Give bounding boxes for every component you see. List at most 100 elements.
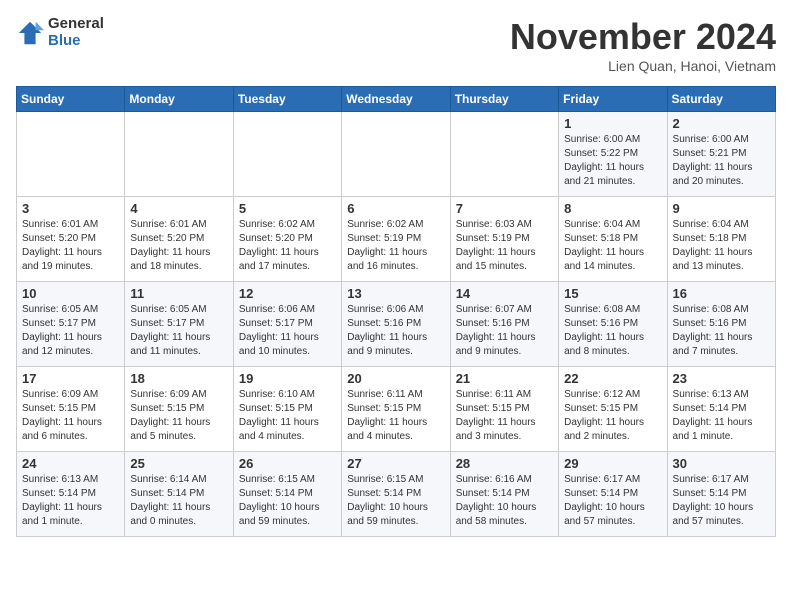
day-info: Sunrise: 6:14 AM Sunset: 5:14 PM Dayligh… <box>130 473 227 529</box>
calendar-cell: 10 Sunrise: 6:05 AM Sunset: 5:17 PM Dayli… <box>17 282 125 367</box>
weekday-header: Saturday <box>667 87 775 112</box>
day-number: 3 <box>22 201 119 216</box>
day-info: Sunrise: 6:00 AM Sunset: 5:21 PM Dayligh… <box>673 133 770 189</box>
day-info: Sunrise: 6:05 AM Sunset: 5:17 PM Dayligh… <box>22 303 119 359</box>
day-number: 27 <box>347 456 444 471</box>
day-number: 12 <box>239 286 336 301</box>
calendar-cell: 18 Sunrise: 6:09 AM Sunset: 5:15 PM Dayli… <box>125 367 233 452</box>
day-number: 15 <box>564 286 661 301</box>
calendar-cell: 3 Sunrise: 6:01 AM Sunset: 5:20 PM Daylig… <box>17 197 125 282</box>
day-number: 26 <box>239 456 336 471</box>
weekday-header: Sunday <box>17 87 125 112</box>
calendar-cell: 15 Sunrise: 6:08 AM Sunset: 5:16 PM Dayli… <box>559 282 667 367</box>
day-number: 19 <box>239 371 336 386</box>
calendar-cell: 19 Sunrise: 6:10 AM Sunset: 5:15 PM Dayli… <box>233 367 341 452</box>
day-number: 22 <box>564 371 661 386</box>
calendar-cell <box>233 112 341 197</box>
day-number: 10 <box>22 286 119 301</box>
calendar-week-row: 10 Sunrise: 6:05 AM Sunset: 5:17 PM Dayli… <box>17 282 776 367</box>
calendar-cell <box>342 112 450 197</box>
calendar-cell: 24Sunrise: 6:13 AM Sunset: 5:14 PM Dayli… <box>17 452 125 537</box>
day-number: 11 <box>130 286 227 301</box>
calendar-cell: 29Sunrise: 6:17 AM Sunset: 5:14 PM Dayli… <box>559 452 667 537</box>
day-info: Sunrise: 6:13 AM Sunset: 5:14 PM Dayligh… <box>673 388 770 444</box>
calendar-cell: 4Sunrise: 6:01 AM Sunset: 5:20 PM Daylig… <box>125 197 233 282</box>
day-number: 18 <box>130 371 227 386</box>
calendar-cell: 16 Sunrise: 6:08 AM Sunset: 5:16 PM Dayli… <box>667 282 775 367</box>
calendar-week-row: 3 Sunrise: 6:01 AM Sunset: 5:20 PM Daylig… <box>17 197 776 282</box>
day-info: Sunrise: 6:16 AM Sunset: 5:14 PM Dayligh… <box>456 473 553 529</box>
logo-blue: Blue <box>48 33 104 50</box>
day-info: Sunrise: 6:15 AM Sunset: 5:14 PM Dayligh… <box>239 473 336 529</box>
calendar-cell: 28Sunrise: 6:16 AM Sunset: 5:14 PM Dayli… <box>450 452 558 537</box>
calendar-cell <box>17 112 125 197</box>
day-number: 2 <box>673 116 770 131</box>
day-info: Sunrise: 6:08 AM Sunset: 5:16 PM Dayligh… <box>673 303 770 359</box>
logo-icon <box>16 19 44 47</box>
day-info: Sunrise: 6:17 AM Sunset: 5:14 PM Dayligh… <box>673 473 770 529</box>
day-info: Sunrise: 6:12 AM Sunset: 5:15 PM Dayligh… <box>564 388 661 444</box>
day-info: Sunrise: 6:09 AM Sunset: 5:15 PM Dayligh… <box>130 388 227 444</box>
location: Lien Quan, Hanoi, Vietnam <box>510 58 776 74</box>
calendar-cell <box>125 112 233 197</box>
day-number: 8 <box>564 201 661 216</box>
day-info: Sunrise: 6:17 AM Sunset: 5:14 PM Dayligh… <box>564 473 661 529</box>
calendar-header: SundayMondayTuesdayWednesdayThursdayFrid… <box>17 87 776 112</box>
calendar-cell: 13Sunrise: 6:06 AM Sunset: 5:16 PM Dayli… <box>342 282 450 367</box>
calendar-cell: 22 Sunrise: 6:12 AM Sunset: 5:15 PM Dayli… <box>559 367 667 452</box>
calendar-cell: 7Sunrise: 6:03 AM Sunset: 5:19 PM Daylig… <box>450 197 558 282</box>
logo: General Blue <box>16 16 104 49</box>
calendar-cell: 2 Sunrise: 6:00 AM Sunset: 5:21 PM Daylig… <box>667 112 775 197</box>
calendar-cell: 12 Sunrise: 6:06 AM Sunset: 5:17 PM Dayli… <box>233 282 341 367</box>
calendar-week-row: 1Sunrise: 6:00 AM Sunset: 5:22 PM Daylig… <box>17 112 776 197</box>
calendar-cell: 8 Sunrise: 6:04 AM Sunset: 5:18 PM Daylig… <box>559 197 667 282</box>
day-number: 20 <box>347 371 444 386</box>
calendar-body: 1Sunrise: 6:00 AM Sunset: 5:22 PM Daylig… <box>17 112 776 537</box>
calendar-cell: 27 Sunrise: 6:15 AM Sunset: 5:14 PM Dayli… <box>342 452 450 537</box>
day-info: Sunrise: 6:08 AM Sunset: 5:16 PM Dayligh… <box>564 303 661 359</box>
weekday-header: Tuesday <box>233 87 341 112</box>
logo-general: General <box>48 16 104 33</box>
calendar-cell: 14Sunrise: 6:07 AM Sunset: 5:16 PM Dayli… <box>450 282 558 367</box>
page-header: General Blue November 2024 Lien Quan, Ha… <box>16 16 776 74</box>
day-number: 7 <box>456 201 553 216</box>
day-number: 4 <box>130 201 227 216</box>
day-info: Sunrise: 6:01 AM Sunset: 5:20 PM Dayligh… <box>22 218 119 274</box>
day-number: 17 <box>22 371 119 386</box>
day-number: 14 <box>456 286 553 301</box>
day-number: 9 <box>673 201 770 216</box>
calendar-cell <box>450 112 558 197</box>
calendar-week-row: 17 Sunrise: 6:09 AM Sunset: 5:15 PM Dayli… <box>17 367 776 452</box>
logo-text: General Blue <box>48 16 104 49</box>
weekday-header: Monday <box>125 87 233 112</box>
day-info: Sunrise: 6:05 AM Sunset: 5:17 PM Dayligh… <box>130 303 227 359</box>
calendar-cell: 30Sunrise: 6:17 AM Sunset: 5:14 PM Dayli… <box>667 452 775 537</box>
calendar-cell: 17 Sunrise: 6:09 AM Sunset: 5:15 PM Dayli… <box>17 367 125 452</box>
day-info: Sunrise: 6:04 AM Sunset: 5:18 PM Dayligh… <box>673 218 770 274</box>
calendar-cell: 11 Sunrise: 6:05 AM Sunset: 5:17 PM Dayli… <box>125 282 233 367</box>
calendar-cell: 23Sunrise: 6:13 AM Sunset: 5:14 PM Dayli… <box>667 367 775 452</box>
calendar-cell: 6Sunrise: 6:02 AM Sunset: 5:19 PM Daylig… <box>342 197 450 282</box>
day-info: Sunrise: 6:11 AM Sunset: 5:15 PM Dayligh… <box>347 388 444 444</box>
day-number: 16 <box>673 286 770 301</box>
day-info: Sunrise: 6:10 AM Sunset: 5:15 PM Dayligh… <box>239 388 336 444</box>
calendar-week-row: 24Sunrise: 6:13 AM Sunset: 5:14 PM Dayli… <box>17 452 776 537</box>
day-info: Sunrise: 6:06 AM Sunset: 5:17 PM Dayligh… <box>239 303 336 359</box>
day-info: Sunrise: 6:00 AM Sunset: 5:22 PM Dayligh… <box>564 133 661 189</box>
title-block: November 2024 Lien Quan, Hanoi, Vietnam <box>510 16 776 74</box>
day-info: Sunrise: 6:15 AM Sunset: 5:14 PM Dayligh… <box>347 473 444 529</box>
weekday-header: Friday <box>559 87 667 112</box>
day-number: 6 <box>347 201 444 216</box>
calendar-table: SundayMondayTuesdayWednesdayThursdayFrid… <box>16 86 776 537</box>
day-info: Sunrise: 6:04 AM Sunset: 5:18 PM Dayligh… <box>564 218 661 274</box>
day-number: 13 <box>347 286 444 301</box>
day-info: Sunrise: 6:09 AM Sunset: 5:15 PM Dayligh… <box>22 388 119 444</box>
calendar-cell: 9 Sunrise: 6:04 AM Sunset: 5:18 PM Daylig… <box>667 197 775 282</box>
weekday-row: SundayMondayTuesdayWednesdayThursdayFrid… <box>17 87 776 112</box>
calendar-cell: 20 Sunrise: 6:11 AM Sunset: 5:15 PM Dayli… <box>342 367 450 452</box>
calendar-cell: 26 Sunrise: 6:15 AM Sunset: 5:14 PM Dayli… <box>233 452 341 537</box>
calendar-cell: 1Sunrise: 6:00 AM Sunset: 5:22 PM Daylig… <box>559 112 667 197</box>
month-title: November 2024 <box>510 16 776 58</box>
day-number: 5 <box>239 201 336 216</box>
calendar-cell: 5Sunrise: 6:02 AM Sunset: 5:20 PM Daylig… <box>233 197 341 282</box>
